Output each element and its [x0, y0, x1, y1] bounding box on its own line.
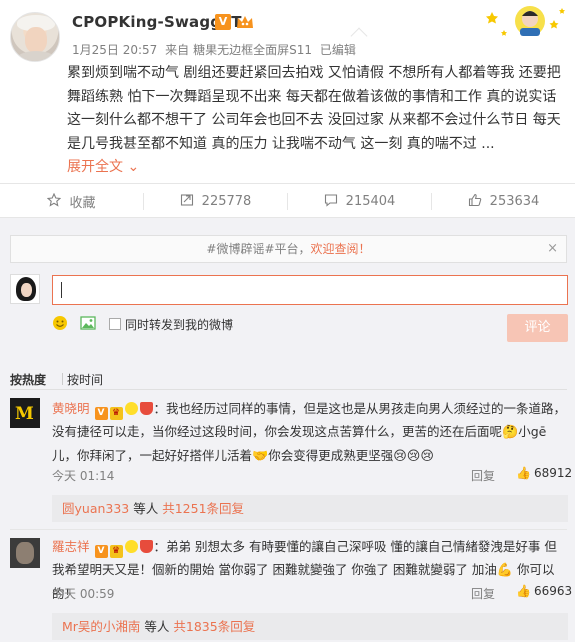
comment-time: 今天 01:14	[52, 469, 115, 483]
member-crown-icon[interactable]	[235, 13, 255, 31]
expand-full-text-link[interactable]: 展开全文 ⌄	[67, 159, 139, 175]
commenter-name[interactable]: 羅志祥	[52, 539, 90, 554]
commenter-avatar[interactable]	[10, 538, 40, 568]
repost-button[interactable]: 225778	[144, 184, 287, 219]
like-count: 253634	[489, 194, 540, 209]
reply-user[interactable]: 圆yuan333	[62, 501, 129, 516]
repost-checkbox[interactable]	[109, 318, 121, 330]
divider	[10, 389, 567, 390]
vip-shield-icon[interactable]	[139, 402, 153, 415]
reply-middle: 等人	[129, 501, 163, 516]
comment-count: 215404	[345, 194, 396, 209]
favorite-button[interactable]: 收藏	[0, 184, 143, 219]
commenter-name[interactable]: 黄晓明	[52, 401, 90, 416]
sort-by-hot-tab[interactable]: 按热度	[10, 371, 46, 388]
reply-user[interactable]: Mr吴的小湘南	[62, 619, 140, 634]
comment-item: 黄晓明 V ♛ ：我也经历过同样的事情，但是这也是从男孩走向男人须经过的一条道路，没…	[52, 397, 568, 468]
thumbs-up-icon	[468, 193, 482, 211]
reply-summary[interactable]: Mr吴的小湘南 等人 共1835条回复	[52, 613, 568, 640]
verified-badge[interactable]: V	[215, 14, 231, 30]
notice-link[interactable]: 欢迎查阅！	[311, 242, 371, 256]
divider	[62, 373, 63, 385]
thinking-emoji-icon: 🤔	[502, 425, 519, 440]
expand-label: 展开全文	[67, 159, 123, 175]
current-user-avatar[interactable]	[10, 274, 40, 304]
post-text: 累到烦到喘不动气 剧组还要赶紧回去拍戏 又怕请假 不想所有人都着等我 还要把舞蹈…	[67, 65, 561, 152]
post-source[interactable]: 糖果无边框全面屏S11	[193, 43, 312, 57]
comment-like-count: 68912	[533, 466, 573, 480]
comment-text-3: 你会变得更成熟更坚强	[268, 448, 394, 463]
vip-shield-icon[interactable]	[139, 540, 153, 553]
post-date[interactable]: 1月25日 20:57	[72, 43, 157, 57]
comment-like-button[interactable]: 👍 66963	[516, 584, 572, 598]
comment-time: 今天 00:59	[52, 587, 115, 601]
crying-emoji-icon: 😢😢😢	[393, 449, 434, 464]
medal-icon[interactable]	[124, 540, 138, 553]
divider	[10, 529, 567, 530]
repost-icon	[180, 193, 194, 211]
reply-total-link[interactable]: 共1835条回复	[173, 619, 255, 634]
emoji-icon[interactable]	[52, 315, 68, 331]
weibo-post: CPOPKing-SwaggyT V 1月25日 20:57 来自 糖果无边框全面…	[0, 0, 575, 183]
author-avatar[interactable]	[10, 12, 60, 62]
reply-summary[interactable]: 圆yuan333 等人 共1251条回复	[52, 495, 568, 522]
rumor-notice-bar[interactable]: #微博辟谣#平台，欢迎查阅！ ×	[10, 235, 567, 263]
post-meta: 1月25日 20:57 来自 糖果无边框全面屏S11 已编辑	[72, 41, 360, 58]
comment-input[interactable]	[52, 275, 568, 305]
comment-like-count: 66963	[533, 584, 573, 598]
sort-by-time-tab[interactable]: 按时间	[67, 371, 103, 388]
comment-icon	[324, 193, 338, 211]
favorite-label: 收藏	[69, 196, 96, 211]
image-icon[interactable]	[80, 315, 96, 331]
like-button[interactable]: 253634	[432, 184, 575, 219]
medal-icon[interactable]	[124, 402, 138, 415]
flexed-bicep-emoji-icon: 💪	[496, 563, 514, 578]
handshake-emoji-icon: 🤝	[252, 449, 269, 464]
chevron-down-icon: ⌄	[127, 159, 140, 175]
notice-text: #微博辟谣#平台，	[206, 242, 311, 256]
comment-like-button[interactable]: 👍 68912	[516, 466, 572, 480]
source-prefix: 来自	[165, 43, 190, 57]
reply-middle: 等人	[140, 619, 174, 634]
verified-badge[interactable]: V	[94, 407, 108, 420]
repost-checkbox-label[interactable]: 同时转发到我的微博	[125, 316, 233, 333]
close-icon[interactable]: ×	[547, 236, 558, 262]
thumbs-up-icon: 👍	[516, 466, 531, 480]
verified-badge[interactable]: V	[94, 545, 108, 558]
submit-comment-button[interactable]: 评论	[507, 314, 568, 342]
member-level-icon[interactable]: ♛	[109, 545, 123, 558]
reply-total-link[interactable]: 共1251条回复	[162, 501, 244, 516]
edited-label[interactable]: 已编辑	[320, 43, 356, 57]
thumbs-up-icon: 👍	[516, 584, 531, 598]
commenter-avatar[interactable]: M	[10, 398, 40, 428]
card-decoration-icon	[486, 6, 565, 36]
star-icon	[47, 192, 62, 211]
repost-count: 225778	[201, 194, 252, 209]
comment-button[interactable]: 215404	[288, 184, 431, 219]
reply-button[interactable]: 回复	[471, 585, 495, 602]
member-level-icon[interactable]: ♛	[109, 407, 123, 420]
post-body: 累到烦到喘不动气 剧组还要赶紧回去拍戏 又怕请假 不想所有人都着等我 还要把舞蹈…	[67, 62, 572, 180]
text-caret	[61, 282, 62, 298]
reply-button[interactable]: 回复	[471, 467, 495, 484]
post-action-bar: 收藏 225778 215404 253634	[0, 183, 575, 218]
